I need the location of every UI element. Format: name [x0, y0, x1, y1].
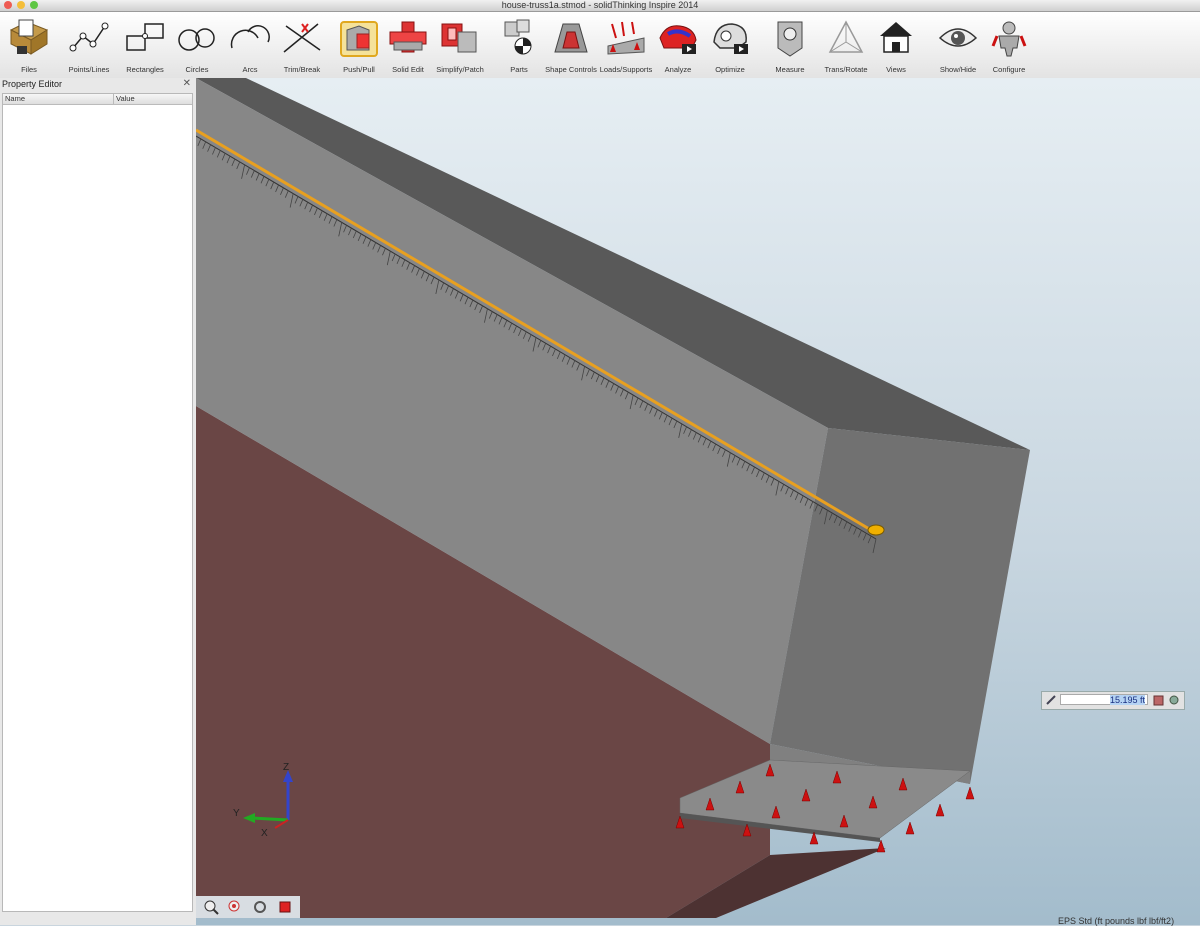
push-pull-icon [340, 21, 378, 57]
property-table-header: Name Value [3, 94, 192, 105]
rectangles-icon [126, 23, 164, 51]
copy-value-icon[interactable] [1153, 694, 1165, 706]
circles-icon [178, 28, 215, 51]
column-header-value[interactable]: Value [113, 94, 135, 104]
points-lines-icon [69, 22, 109, 52]
modeling-viewport[interactable]: Z Y X [196, 78, 1200, 925]
model-canvas[interactable] [196, 78, 1200, 925]
window-title: house-truss1a.stmod - solidThinking Insp… [501, 0, 699, 10]
measure-endpoint-handle[interactable] [867, 524, 885, 536]
arcs-icon [230, 25, 270, 49]
settings-icon[interactable] [1168, 694, 1180, 706]
main-toolbar: Files Points/Lines Rectangles Circles Ar… [0, 12, 1200, 78]
support-cone[interactable] [876, 839, 886, 853]
triad-z-label: Z [283, 762, 289, 773]
trans-rotate-icon [828, 20, 864, 53]
view-controls [196, 896, 300, 918]
column-header-name[interactable]: Name [5, 94, 25, 104]
parts-icon [504, 19, 532, 55]
property-table[interactable]: Name Value [2, 93, 193, 912]
property-editor-title: Property Editor [2, 79, 63, 89]
support-cone[interactable] [965, 786, 975, 800]
title-bar: house-truss1a.stmod - solidThinking Insp… [0, 0, 1200, 12]
rotate-view-icon[interactable] [252, 899, 268, 915]
zoom-in-icon[interactable] [203, 899, 219, 915]
solid-edit-icon [389, 21, 427, 53]
support-cone[interactable] [935, 803, 945, 817]
shape-controls-icon [554, 23, 588, 53]
measure-readout: 15.195 ft [1041, 691, 1185, 710]
measure-tool-icon[interactable] [1045, 694, 1057, 706]
views-icon [880, 22, 912, 53]
configure-icon [991, 21, 1027, 57]
simplify-patch-icon [441, 23, 477, 53]
render-mode-icon[interactable] [277, 899, 293, 915]
triad-x-label: X [261, 828, 268, 838]
zoom-fit-icon[interactable] [227, 899, 243, 915]
measure-value-field[interactable]: 15.195 ft [1060, 694, 1148, 705]
measure-icon [777, 21, 803, 57]
files-icon [9, 19, 49, 55]
triad-y-label: Y [233, 808, 240, 819]
loads-supports-icon [607, 21, 645, 55]
optimize-icon [713, 23, 748, 54]
axis-triad: Z Y X [233, 762, 293, 838]
property-editor-panel: Property Editor ✕ Name Value [0, 78, 196, 925]
support-cone[interactable] [905, 821, 915, 835]
show-hide-icon [938, 28, 978, 47]
close-icon[interactable]: ✕ [183, 78, 191, 89]
trim-break-icon [283, 23, 321, 53]
analyze-icon [659, 25, 697, 54]
